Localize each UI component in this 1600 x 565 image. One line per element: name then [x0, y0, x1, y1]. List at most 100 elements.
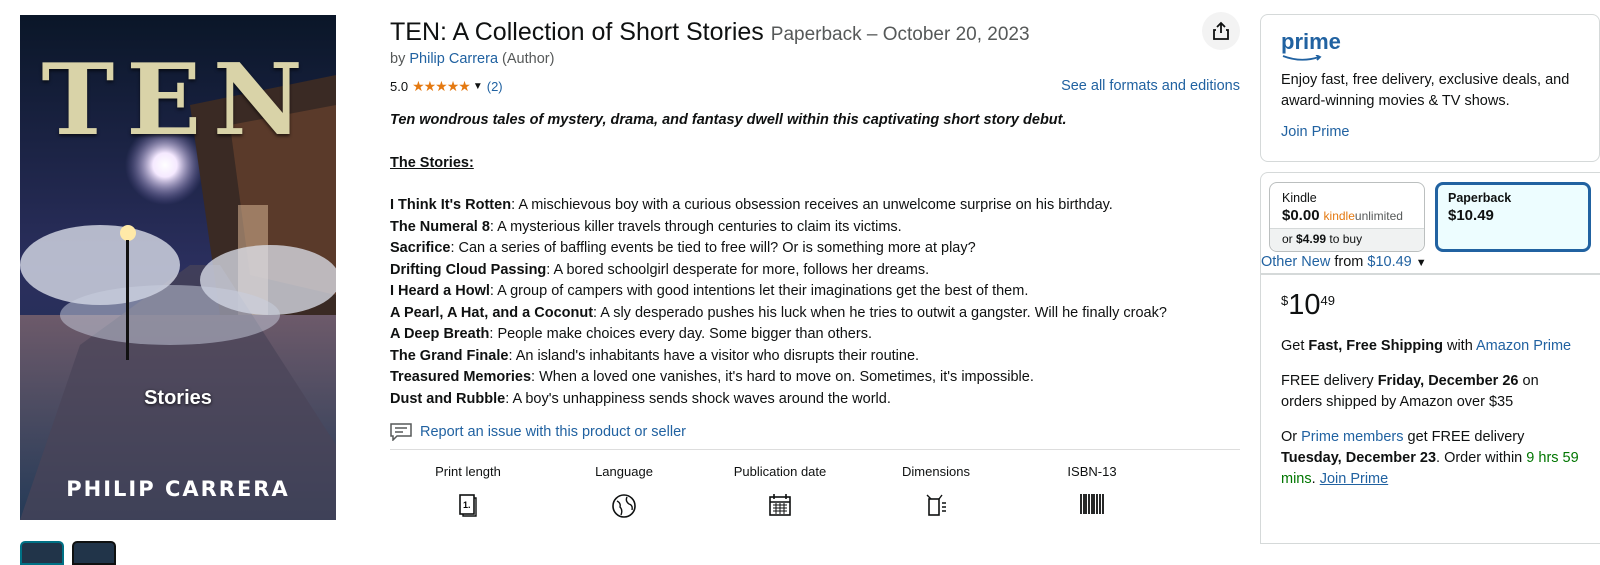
story-name: I Think It's Rotten	[390, 197, 512, 213]
format-name: Paperback	[1448, 191, 1512, 205]
title-row: TEN: A Collection of Short Stories Paper…	[390, 18, 1240, 47]
report-issue-link[interactable]: Report an issue with this product or sel…	[420, 424, 686, 440]
kindle-to-buy: to buy	[1329, 232, 1363, 246]
story-name: I Heard a Howl	[390, 283, 490, 299]
globe-icon	[612, 494, 636, 518]
prime-shipping-text: Get Fast, Free Shipping with Amazon Prim…	[1281, 336, 1580, 357]
ship-with: with	[1446, 338, 1473, 354]
format-price: $0.00	[1282, 207, 1320, 224]
detail-label: Publication date	[733, 464, 827, 479]
product-description: Ten wondrous tales of mystery, drama, an…	[390, 110, 1240, 410]
format-price: $10.49	[1448, 207, 1494, 224]
member-delivery-text: Or Prime members get FREE delivery Tuesd…	[1281, 429, 1579, 487]
ship-fast-free: Fast, Free Shipping	[1308, 338, 1443, 354]
story-name: Drifting Cloud Passing	[390, 261, 547, 278]
kindle-unlimited-logo: kindleunlimited	[1324, 209, 1403, 223]
detail-isbn: ISBN-13	[1014, 464, 1170, 521]
story-item: The Grand Finale: An island's inhabitant…	[390, 346, 1240, 368]
free-delivery-label: FREE delivery	[1281, 373, 1374, 389]
format-kindle[interactable]: Kindle $0.00 kindleunlimited or $4.99 to…	[1269, 182, 1425, 252]
see-all-formats-link[interactable]: See all formats and editions	[1061, 78, 1240, 94]
product-edition: Paperback – October 20, 2023	[770, 24, 1030, 45]
story-item: A Pearl, A Hat, and a Coconut: A sly des…	[390, 303, 1240, 325]
story-text: : When a loved one vanishes, it's hard t…	[531, 369, 1034, 385]
detail-language: Language	[546, 464, 702, 521]
svg-text:1.: 1.	[463, 500, 471, 510]
thumbnail-front[interactable]	[20, 541, 64, 565]
ship-get: Get	[1281, 338, 1305, 354]
other-new-price[interactable]: $10.49	[1367, 254, 1411, 270]
story-text: : A sly desperado pushes his luck when h…	[593, 304, 1167, 321]
format-selector: Kindle $0.00 kindleunlimited or $4.99 to…	[1260, 172, 1600, 274]
ku-word-unlimited: unlimited	[1354, 209, 1403, 223]
detail-label: ISBN-13	[1067, 464, 1117, 479]
feedback-icon	[390, 423, 412, 441]
format-paperback[interactable]: Paperback $10.49	[1435, 182, 1591, 252]
story-name: A Pearl, A Hat, and a Coconut	[390, 304, 594, 321]
format-name: Kindle	[1282, 191, 1317, 205]
story-list: I Think It's Rotten: A mischievous boy w…	[390, 195, 1240, 410]
book-cover-image[interactable]: TEN Stories PHILIP CARRERA	[20, 15, 336, 520]
buy-box: $ 10 49 Get Fast, Free Shipping with Ama…	[1260, 274, 1600, 544]
cover-title: TEN	[41, 43, 315, 158]
story-item: The Numeral 8: A mysterious killer trave…	[390, 217, 1240, 239]
story-name: Dust and Rubble	[390, 390, 506, 407]
story-item: Sacrifice: Can a series of baffling even…	[390, 238, 1240, 260]
join-prime-link[interactable]: Join Prime	[1281, 124, 1579, 140]
story-item: Drifting Cloud Passing: A bored schoolgi…	[390, 260, 1240, 282]
product-details-carousel: Print length 1. Language Publication dat…	[390, 464, 1240, 521]
chevron-down-icon[interactable]: ▼	[473, 81, 483, 92]
report-issue-row: Report an issue with this product or sel…	[390, 423, 1240, 450]
story-name: The Numeral 8	[390, 218, 490, 235]
other-new-link[interactable]: Other New	[1261, 254, 1330, 270]
free-delivery-date: Friday, December 26	[1377, 373, 1519, 389]
story-item: A Deep Breath: People make choices every…	[390, 324, 1240, 346]
prime-promo-box: prime Enjoy fast, free delivery, exclusi…	[1260, 14, 1600, 162]
star-rating[interactable]: ★★★★★	[412, 78, 471, 95]
share-icon	[1213, 21, 1229, 40]
prime-logo: prime	[1281, 29, 1341, 54]
prime-promo-text: Enjoy fast, free delivery, exclusive dea…	[1281, 72, 1570, 109]
other-new-offers[interactable]: Other New from $10.49 ▼	[1261, 254, 1427, 270]
member-delivery-date: Tuesday, December 23	[1281, 450, 1437, 466]
story-name: The Grand Finale	[390, 347, 509, 364]
amazon-prime-link[interactable]: Amazon Prime	[1476, 338, 1571, 354]
story-text: : A boy's unhappiness sends shock waves …	[505, 390, 891, 407]
story-text: : A mysterious killer travels through ce…	[489, 218, 902, 235]
author-link[interactable]: Philip Carrera	[409, 51, 498, 67]
price-display: $ 10 49	[1281, 289, 1580, 322]
kindle-buy-price: $4.99	[1296, 232, 1327, 246]
story-name: Treasured Memories	[390, 369, 532, 385]
rating-value: 5.0	[390, 78, 409, 94]
byline-by: by	[390, 51, 406, 67]
story-text: : People make choices every day. Some bi…	[489, 326, 872, 342]
prime-members-link[interactable]: Prime members	[1301, 429, 1403, 445]
review-count-link[interactable]: (2)	[487, 79, 503, 94]
calendar-icon	[769, 494, 791, 516]
description-heading: The Stories:	[390, 154, 474, 171]
share-button[interactable]	[1202, 12, 1240, 50]
story-text: : A bored schoolgirl desperate for more,…	[546, 261, 930, 278]
barcode-icon	[1080, 494, 1104, 514]
story-name: Sacrifice	[390, 240, 451, 256]
detail-label: Language	[595, 464, 653, 479]
detail-publication-date: Publication date	[702, 464, 858, 521]
chevron-down-icon[interactable]: ▼	[1416, 257, 1427, 269]
cover-subtitle: Stories	[144, 387, 212, 409]
product-title: TEN: A Collection of Short Stories	[390, 18, 764, 46]
description-lead: Ten wondrous tales of mystery, drama, an…	[390, 112, 1067, 128]
story-item: I Heard a Howl: A group of campers with …	[390, 281, 1240, 303]
detail-print-length: Print length 1.	[390, 464, 546, 521]
rating-row: 5.0 ★★★★★ ▼ (2) See all formats and edit…	[390, 76, 1240, 96]
thumbnail-back[interactable]	[72, 541, 116, 565]
join-prime-link-2[interactable]: Join Prime	[1320, 471, 1389, 487]
author-role: (Author)	[502, 51, 555, 67]
byline: by Philip Carrera (Author)	[390, 51, 1240, 67]
detail-label: Print length	[435, 464, 501, 479]
detail-label: Dimensions	[902, 464, 970, 479]
story-name: A Deep Breath	[390, 326, 490, 342]
ku-word-kindle: kindle	[1323, 209, 1355, 223]
prime-smile-icon	[1282, 55, 1322, 61]
order-within: . Order within	[1436, 450, 1523, 466]
free-delivery-text: FREE delivery Friday, December 26 on ord…	[1281, 371, 1580, 413]
